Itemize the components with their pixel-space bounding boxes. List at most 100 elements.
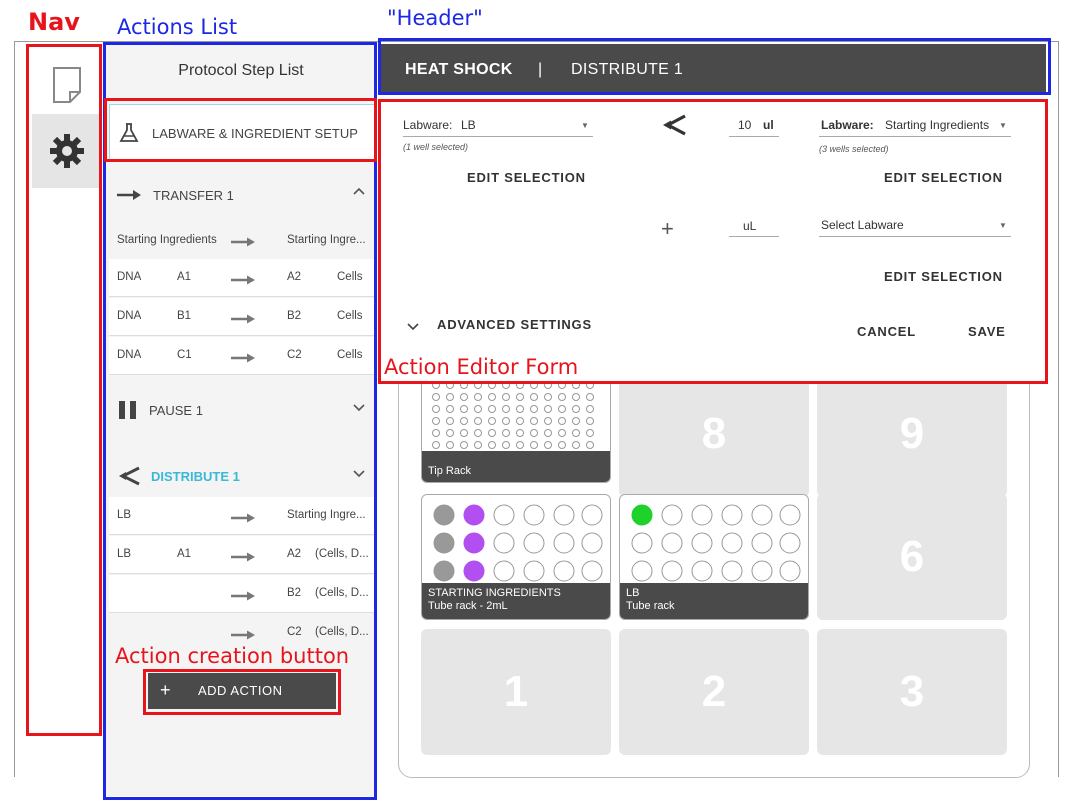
frame-right-border — [1058, 41, 1059, 777]
arrow-right-icon — [231, 513, 255, 523]
row-to-well: B2 — [287, 310, 302, 322]
annotation-label-action-creation-button: Action creation button — [115, 644, 350, 668]
row-from-well: B1 — [177, 310, 192, 322]
extra-volume-underline — [729, 236, 779, 237]
chevron-down-icon[interactable] — [353, 468, 365, 478]
step-title: DISTRIBUTE 1 — [151, 468, 240, 484]
source-underline — [403, 136, 593, 137]
labware-label-box: LB Tube rack — [620, 583, 808, 619]
caret-down-icon[interactable]: ▼ — [581, 121, 589, 130]
flask-icon — [119, 123, 139, 142]
substep-from-label: Starting Ingredients — [117, 234, 217, 246]
deck-slot-3[interactable]: 3 — [817, 629, 1007, 755]
source-labware-value[interactable]: LB — [461, 118, 476, 132]
nav-item-settings[interactable] — [32, 114, 102, 188]
header-subtitle: DISTRIBUTE 1 — [571, 61, 684, 78]
step-pause-1[interactable]: PAUSE 1 — [109, 390, 375, 430]
row-from-well: C1 — [177, 349, 192, 361]
chevron-down-icon[interactable] — [353, 402, 365, 412]
row-dest-ingredient: (Cells, D... — [315, 548, 369, 560]
plus-icon: + — [160, 680, 172, 700]
row-to-well: C2 — [287, 626, 302, 638]
table-row[interactable]: DNA C1 C2 Cells — [109, 337, 375, 375]
step-distribute-1[interactable]: DISTRIBUTE 1 — [109, 456, 375, 496]
table-row[interactable]: LB A1 A2 (Cells, D... — [109, 536, 375, 574]
annotation-label-nav: Nav — [28, 8, 80, 36]
substep-to-label: Starting Ingre... — [287, 234, 366, 246]
file-icon — [53, 67, 81, 103]
labware-setup-item[interactable]: LABWARE & INGREDIENT SETUP — [109, 104, 375, 162]
save-button[interactable]: SAVE — [968, 324, 1006, 339]
select-labware-underline — [819, 236, 1011, 237]
source-wells-selected: (1 well selected) — [403, 142, 469, 152]
slot-number: 3 — [899, 667, 925, 716]
source-edit-selection-button[interactable]: EDIT SELECTION — [467, 170, 586, 185]
frame-left-border — [14, 41, 15, 777]
deck-slot-8[interactable]: 8 — [619, 371, 809, 497]
deck-slot-9[interactable]: 9 — [817, 371, 1007, 497]
volume-underline — [729, 136, 779, 137]
cancel-button[interactable]: CANCEL — [857, 324, 916, 339]
transfer-substep-header: Starting Ingredients Starting Ingre... — [109, 222, 375, 260]
row-from-well: A1 — [177, 271, 192, 283]
table-row[interactable]: DNA A1 A2 Cells — [109, 259, 375, 297]
volume-input[interactable]: 10 — [738, 118, 751, 132]
arrow-right-icon — [231, 630, 255, 640]
arrow-right-icon — [231, 314, 255, 324]
labware-type: Tube rack - 2mL — [428, 600, 508, 612]
substep-from-label: LB — [117, 509, 132, 521]
distribute-substep-header: LB Starting Ingre... — [109, 497, 375, 535]
annotation-label-actions-list: Actions List — [117, 15, 238, 39]
arrow-right-icon — [231, 591, 255, 601]
arrow-right-icon — [117, 190, 141, 200]
table-row[interactable]: B2 (Cells, D... — [109, 575, 375, 613]
row-dest-ingredient: Cells — [337, 349, 363, 361]
chevron-up-icon[interactable] — [353, 187, 365, 197]
add-action-button[interactable]: + ADD ACTION — [148, 673, 336, 709]
table-row[interactable]: DNA B1 B2 Cells — [109, 298, 375, 336]
arrow-right-icon — [231, 353, 255, 363]
slot-number: 1 — [503, 667, 529, 716]
arrow-right-icon — [231, 275, 255, 285]
pause-icon — [119, 401, 136, 419]
deck-slot-2[interactable]: 2 — [619, 629, 809, 755]
slot-number: 8 — [701, 409, 727, 458]
step-transfer-1[interactable]: TRANSFER 1 — [109, 175, 375, 215]
caret-down-icon[interactable]: ▼ — [999, 221, 1007, 230]
add-action-label: ADD ACTION — [198, 683, 283, 698]
slot-number: 2 — [701, 667, 727, 716]
row-ingredient: LB — [117, 548, 132, 560]
row-dest-ingredient: (Cells, D... — [315, 587, 369, 599]
labware-tip-rack[interactable]: Tip Rack — [421, 371, 611, 483]
slot-number: 9 — [899, 409, 925, 458]
deck-slot-6[interactable]: 6 — [817, 494, 1007, 620]
deck-slot-1[interactable]: 1 — [421, 629, 611, 755]
labware-name: STARTING INGREDIENTS — [428, 587, 561, 599]
sidebar-title: Protocol Step List — [178, 62, 304, 79]
step-title: PAUSE 1 — [149, 402, 203, 418]
dest-labware-label: Labware: — [821, 118, 874, 132]
row-to-well: B2 — [287, 587, 302, 599]
add-destination-icon[interactable]: + — [661, 216, 674, 242]
select-labware-dropdown[interactable]: Select Labware — [821, 218, 904, 232]
labware-lb[interactable]: LB Tube rack — [619, 494, 809, 620]
labware-name: LB — [626, 587, 640, 599]
volume-unit: ul — [763, 118, 774, 132]
distribute-icon — [663, 114, 686, 136]
dest-edit-selection-button[interactable]: EDIT SELECTION — [884, 170, 1003, 185]
extra-edit-selection-button[interactable]: EDIT SELECTION — [884, 269, 1003, 284]
labware-starting-ingredients[interactable]: STARTING INGREDIENTS Tube rack - 2mL — [421, 494, 611, 620]
header-bar: HEAT SHOCK | DISTRIBUTE 1 — [381, 44, 1046, 94]
extra-volume-unit: uL — [743, 219, 757, 233]
chevron-down-icon[interactable] — [407, 321, 419, 331]
caret-down-icon[interactable]: ▼ — [999, 121, 1007, 130]
advanced-settings-toggle[interactable]: ADVANCED SETTINGS — [437, 317, 592, 332]
protocol-step-list: Protocol Step List LABWARE & INGREDIENT … — [105, 44, 377, 796]
row-ingredient: DNA — [117, 271, 142, 283]
annotation-label-header: "Header" — [387, 6, 483, 30]
step-title: TRANSFER 1 — [153, 187, 234, 203]
nav-item-file[interactable] — [32, 48, 102, 122]
gear-icon — [50, 134, 84, 168]
dest-labware-value[interactable]: Starting Ingredients — [885, 118, 989, 132]
row-dest-ingredient: Cells — [337, 310, 363, 322]
